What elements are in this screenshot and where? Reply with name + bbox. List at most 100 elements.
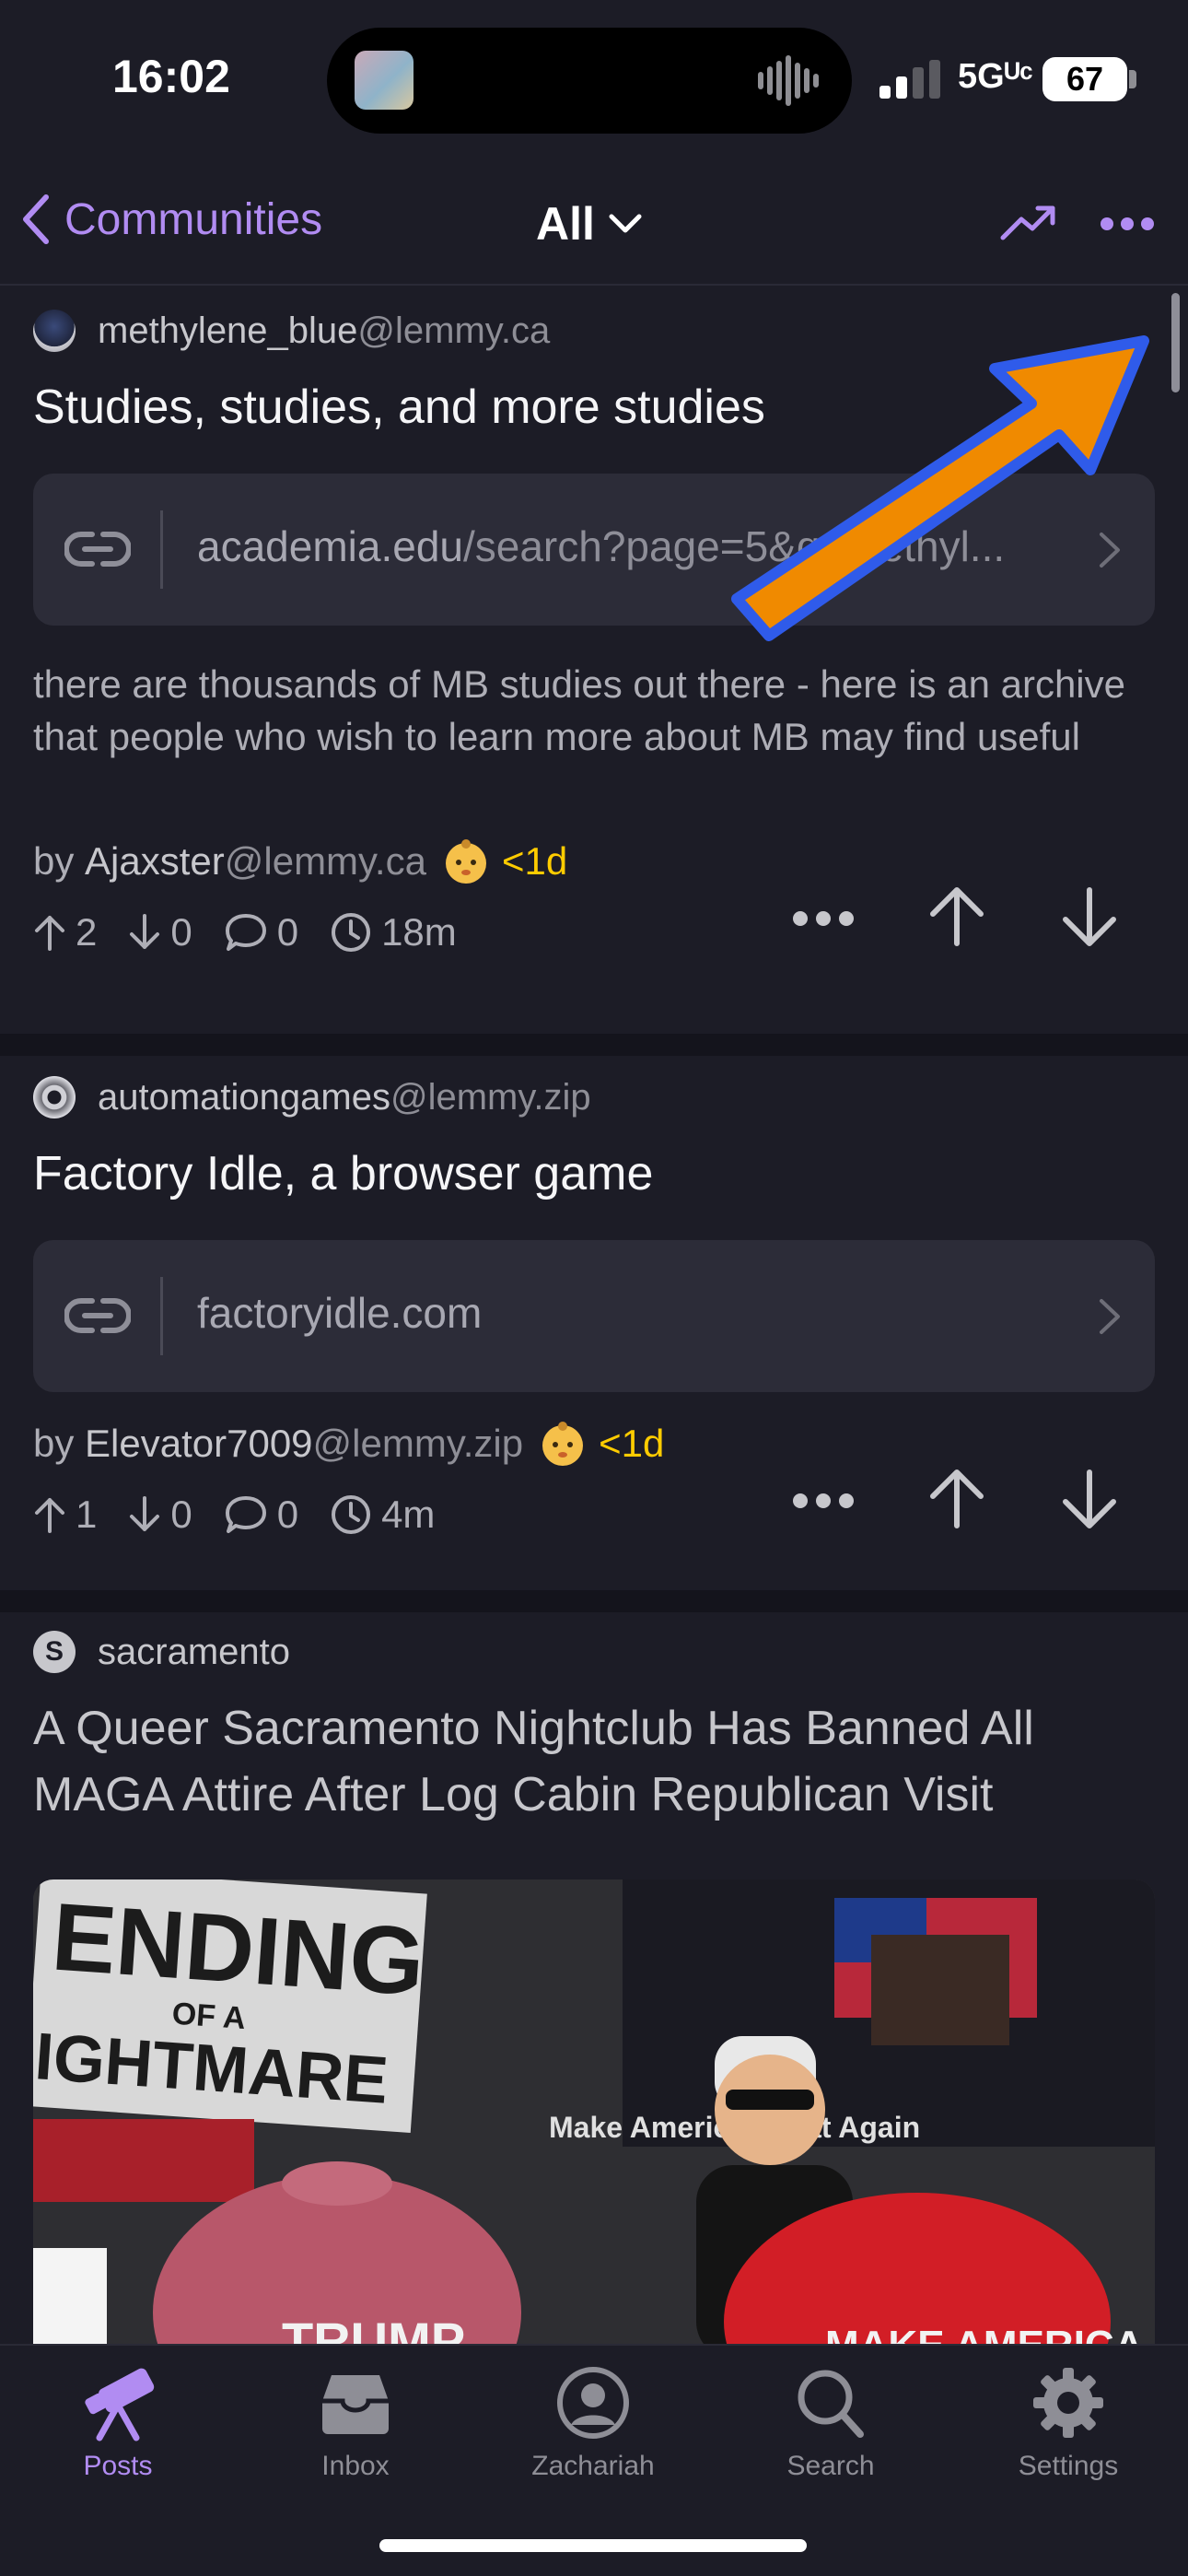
tab-label: Search — [786, 2451, 875, 2481]
battery-level: 67 — [1066, 60, 1104, 98]
community-avatar — [33, 1076, 76, 1118]
link-domain: academia.edu — [197, 522, 463, 570]
downvote-count-icon — [130, 1496, 160, 1531]
post-title[interactable]: A Queer Sacramento Nightclub Has Banned … — [33, 1695, 1157, 1828]
tab-inbox[interactable]: Inbox — [263, 2364, 448, 2482]
photo-text-trump: TRUMP — [282, 2312, 465, 2344]
community-name: methylene_blue — [98, 310, 358, 351]
home-indicator[interactable] — [379, 2539, 807, 2552]
feed-label: All — [536, 198, 595, 250]
upvote-count-icon — [35, 1498, 64, 1533]
post-age: 4m — [381, 1493, 436, 1536]
post-byline: by Elevator7009 @lemmy.zip <1d — [33, 1419, 664, 1469]
comment-icon — [225, 914, 266, 951]
clock: 16:02 — [112, 51, 230, 102]
downvote-button[interactable] — [1060, 884, 1119, 949]
post-more-button[interactable] — [790, 908, 856, 929]
scroll-indicator[interactable] — [1171, 293, 1180, 392]
new-account-baby-icon — [445, 839, 486, 884]
tab-profile[interactable]: Zachariah — [501, 2364, 685, 2482]
feed-type-selector[interactable]: All — [536, 197, 643, 251]
post-separator — [0, 1590, 1188, 1612]
now-playing-artwork — [355, 51, 413, 110]
upvote-count: 2 — [76, 910, 98, 954]
account-age-badge: <1d — [599, 1422, 665, 1465]
post-more-button[interactable] — [790, 1491, 856, 1511]
tab-label: Zachariah — [531, 2451, 655, 2481]
account-age-badge: <1d — [501, 839, 568, 883]
by-label: by — [33, 1422, 86, 1465]
downvote-count-icon — [130, 914, 160, 949]
post-title[interactable]: Factory Idle, a browser game — [33, 1141, 1157, 1207]
post-link-preview[interactable]: factoryidle.com — [33, 1240, 1155, 1392]
network-type: 5Gᵁᶜ — [958, 57, 1033, 96]
downvote-button[interactable] — [1060, 1467, 1119, 1531]
battery-nub — [1129, 70, 1136, 88]
author-name[interactable]: Ajaxster — [85, 839, 225, 884]
downvote-count: 0 — [170, 910, 192, 954]
post-body: there are thousands of MB studies out th… — [33, 662, 1125, 758]
post-community[interactable]: S sacramento — [33, 1631, 290, 1673]
post-community[interactable]: automationgames @lemmy.zip — [33, 1076, 591, 1118]
post-age: 18m — [381, 910, 457, 954]
link-domain: factoryidle.com — [197, 1289, 483, 1337]
clock-icon — [332, 913, 371, 952]
community-instance: @lemmy.ca — [357, 310, 551, 351]
more-icon[interactable] — [1098, 214, 1157, 234]
author-instance: @lemmy.zip — [312, 1422, 524, 1465]
tab-label: Posts — [83, 2451, 153, 2481]
community-avatar — [33, 310, 76, 352]
inbox-icon — [322, 2375, 389, 2434]
audio-waveform-icon — [758, 55, 819, 106]
tab-search[interactable]: Search — [739, 2364, 923, 2482]
trending-icon[interactable] — [999, 203, 1058, 241]
post-image-content: ENDING OF A IGHTMARE Make America Great … — [33, 1879, 1155, 2344]
battery-icon: 67 — [1042, 57, 1127, 101]
post-byline: by Ajaxster @lemmy.ca <1d — [33, 837, 567, 886]
post-community[interactable]: methylene_blue @lemmy.ca — [33, 310, 550, 352]
upvote-count: 1 — [76, 1493, 98, 1536]
upvote-button[interactable] — [927, 884, 986, 949]
link-divider — [160, 510, 163, 589]
post-card[interactable]: S sacramento A Queer Sacramento Nightclu… — [0, 1612, 1188, 2344]
community-name: automationgames — [98, 1076, 390, 1118]
upvote-button[interactable] — [927, 1467, 986, 1531]
post-separator — [0, 1034, 1188, 1056]
gear-icon — [1033, 2368, 1103, 2438]
comment-count: 0 — [276, 910, 299, 954]
dynamic-island[interactable] — [327, 28, 852, 134]
photo-text-make-america: MAKE AMERICA — [825, 2323, 1143, 2344]
post-stats: 1 0 0 4m — [33, 1493, 466, 1537]
new-account-baby-icon — [542, 1422, 584, 1466]
chevron-down-icon — [609, 214, 642, 233]
link-url: factoryidle.com — [197, 1288, 1081, 1338]
post-card[interactable]: automationgames @lemmy.zip Factory Idle, … — [0, 1056, 1188, 1590]
by-label: by — [33, 839, 86, 883]
tab-posts[interactable]: Posts — [26, 2364, 210, 2482]
tab-label: Settings — [1018, 2451, 1119, 2481]
post-image[interactable]: ENDING OF A IGHTMARE Make America Great … — [33, 1879, 1155, 2344]
community-avatar: S — [33, 1631, 76, 1673]
cellular-signal-icon — [879, 60, 940, 99]
author-name[interactable]: Elevator7009 — [85, 1422, 313, 1466]
back-label: Communities — [64, 194, 323, 244]
community-instance: @lemmy.zip — [390, 1076, 591, 1118]
downvote-count: 0 — [170, 1493, 192, 1536]
telescope-icon — [85, 2368, 155, 2441]
community-name: sacramento — [98, 1631, 290, 1672]
annotation-arrow — [731, 335, 1149, 641]
link-divider — [160, 1277, 163, 1355]
chevron-left-icon — [23, 194, 49, 244]
upvote-count-icon — [35, 916, 64, 951]
profile-icon — [557, 2367, 629, 2439]
back-to-communities-button[interactable]: Communities — [20, 193, 322, 245]
comment-icon — [225, 1496, 266, 1533]
status-bar: 16:02 5Gᵁᶜ 67 — [0, 0, 1188, 157]
author-instance: @lemmy.ca — [224, 839, 426, 883]
chevron-right-icon — [1100, 1299, 1120, 1334]
search-icon — [798, 2370, 864, 2438]
link-icon — [64, 532, 131, 567]
clock-icon — [332, 1495, 371, 1534]
tab-settings[interactable]: Settings — [976, 2364, 1160, 2482]
tab-label: Inbox — [321, 2451, 390, 2481]
